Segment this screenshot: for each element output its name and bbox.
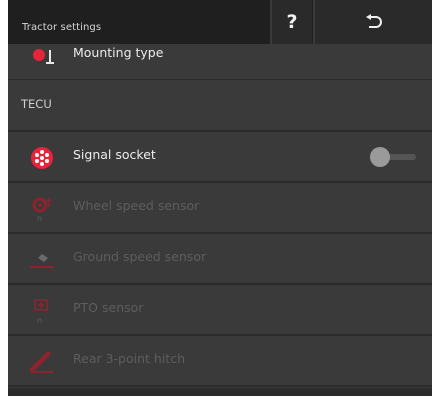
return-arrow-icon bbox=[365, 14, 382, 28]
help-icon: ? bbox=[286, 11, 298, 33]
help-button[interactable]: ? bbox=[270, 0, 312, 44]
ground-speed-sensor-icon bbox=[30, 254, 54, 268]
svg-text:n: n bbox=[37, 316, 42, 325]
svg-text:n: n bbox=[37, 214, 42, 223]
section-tecu: TECU bbox=[8, 80, 432, 132]
settings-panel: Mounting type TECU Signal socket n Wheel… bbox=[8, 0, 432, 396]
signal-socket-label: Signal socket bbox=[73, 147, 156, 162]
row-ground-speed-sensor: Ground speed sensor bbox=[8, 234, 432, 285]
mounting-type-icon bbox=[33, 49, 54, 64]
section-tecu-label: TECU bbox=[21, 97, 52, 111]
row-rear-hitch: Rear 3-point hitch bbox=[8, 336, 432, 387]
mounting-type-label: Mounting type bbox=[73, 45, 164, 60]
signal-socket-icon bbox=[31, 147, 53, 169]
signal-socket-toggle[interactable] bbox=[370, 147, 418, 167]
row-signal-socket[interactable]: Signal socket bbox=[8, 132, 432, 183]
bottom-divider bbox=[8, 388, 432, 396]
pto-sensor-label: PTO sensor bbox=[73, 300, 144, 315]
back-button[interactable] bbox=[313, 0, 432, 44]
header-bar: Tractor settings ? bbox=[8, 0, 432, 44]
screen-frame: Mounting type TECU Signal socket n Wheel… bbox=[0, 0, 432, 399]
rear-hitch-label: Rear 3-point hitch bbox=[73, 351, 185, 366]
page-title: Tractor settings bbox=[22, 22, 102, 33]
row-wheel-speed-sensor: n Wheel speed sensor bbox=[8, 183, 432, 234]
wheel-speed-sensor-label: Wheel speed sensor bbox=[73, 198, 200, 213]
toggle-knob bbox=[370, 147, 390, 167]
row-pto-sensor: n PTO sensor bbox=[8, 285, 432, 336]
ground-speed-sensor-label: Ground speed sensor bbox=[73, 249, 207, 264]
rear-hitch-icon bbox=[29, 351, 53, 373]
wheel-speed-sensor-icon: n bbox=[32, 197, 52, 223]
pto-sensor-icon: n bbox=[34, 299, 48, 325]
